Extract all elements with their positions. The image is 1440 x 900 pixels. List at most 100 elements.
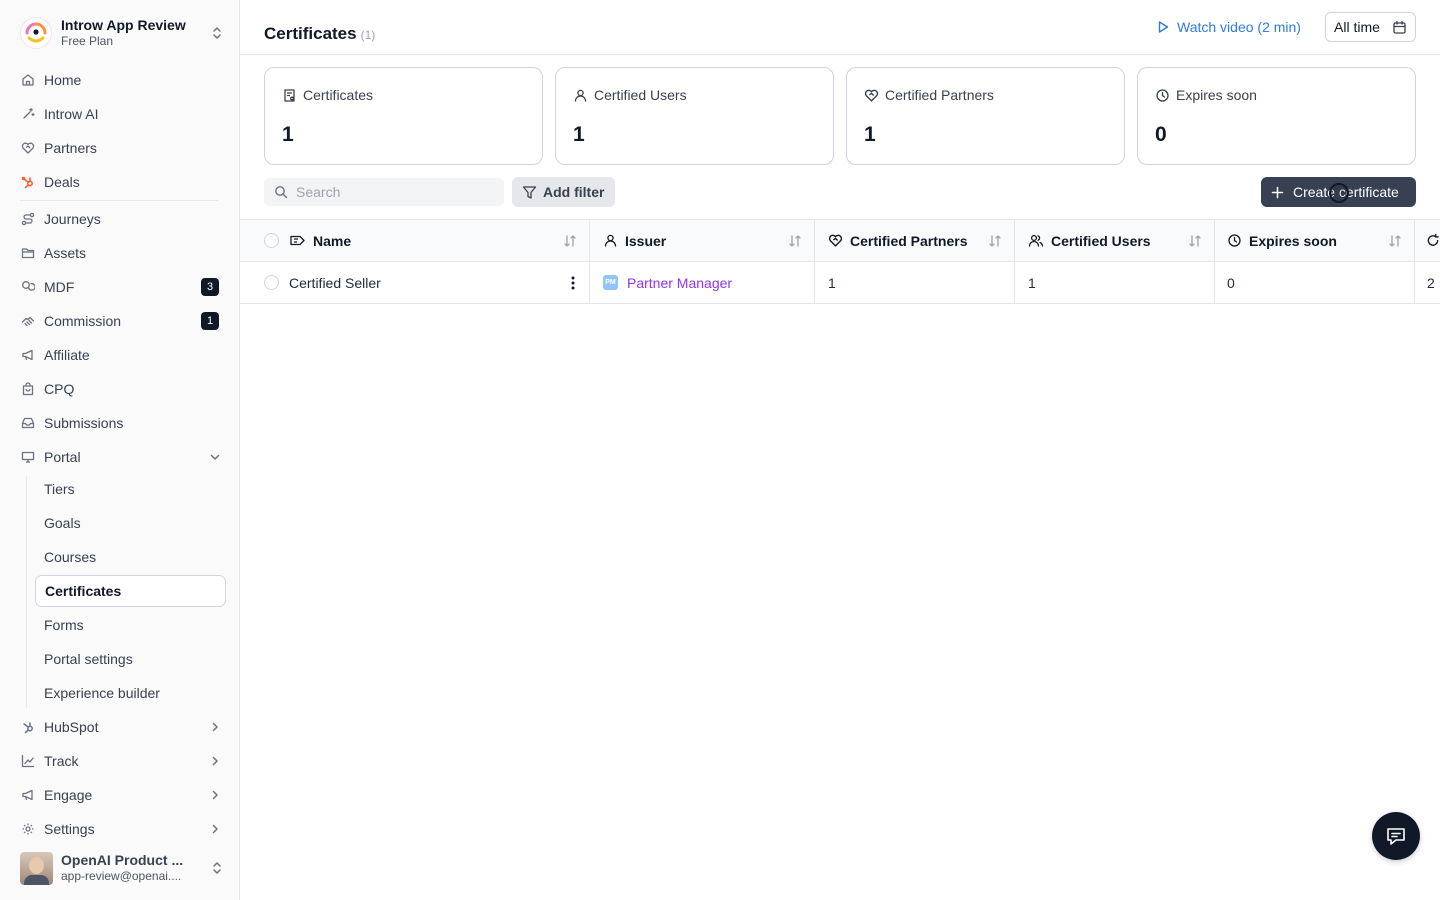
cell-issuer: PM Partner Manager [590,262,815,303]
sidebar-subitem-certificates[interactable]: Certificates [35,575,226,607]
cell-name: Certified Seller [240,262,590,303]
stat-card-certified-partners: Certified Partners 1 [846,67,1125,165]
sort-icon[interactable] [1188,234,1202,248]
sidebar-item-hubspot[interactable]: HubSpot [14,712,226,742]
cell-certified-partners: 1 [815,262,1015,303]
user-icon [574,89,587,102]
chat-icon [1387,828,1405,845]
chevron-right-icon [212,722,218,732]
stat-card-certified-users: Certified Users 1 [555,67,834,165]
column-header-label: Expires soon [1249,232,1337,249]
mouse-cursor [1329,183,1349,203]
sidebar-subitem-tiers[interactable]: Tiers [35,473,226,505]
issuer-link[interactable]: Partner Manager [627,275,732,291]
sidebar-subitem-goals[interactable]: Goals [35,507,226,539]
sidebar-item-introw-ai[interactable]: Introw AI [14,99,226,129]
column-header-issuer[interactable]: Issuer [590,220,815,261]
stat-value: 1 [864,123,876,146]
sort-icon[interactable] [988,234,1002,248]
sidebar-item-portal[interactable]: Portal [14,442,226,472]
sidebar-item-label: Track [44,753,79,769]
sidebar-item-label: Affiliate [44,347,90,363]
sidebar-item-home[interactable]: Home [14,65,226,95]
column-header-certified-partners[interactable]: Certified Partners [815,220,1015,261]
handshake-heart-icon [864,89,879,102]
add-filter-button[interactable]: Add filter [512,177,615,207]
search-input[interactable] [296,184,496,200]
stat-value: 0 [1155,123,1167,146]
watch-video-link[interactable]: Watch video (2 min) [1156,17,1301,37]
inbox-icon [21,417,35,429]
main-content: Certificates (1) Watch video (2 min) All … [240,0,1440,900]
sidebar-item-track[interactable]: Track [14,746,226,776]
cell-expires-soon: 0 [1215,262,1415,303]
workspace-switcher[interactable]: Introw App Review Free Plan [20,14,224,52]
column-header-certified-users[interactable]: Certified Users [1015,220,1215,261]
search-box [264,178,504,206]
sidebar-item-deals[interactable]: Deals [14,167,226,197]
column-header-overflow[interactable] [1415,220,1440,261]
chat-support-button[interactable] [1372,812,1420,860]
sidebar-subitem-forms[interactable]: Forms [35,609,226,641]
hubspot-icon [23,722,33,734]
sidebar-subitem-portal-settings[interactable]: Portal settings [35,643,226,675]
sidebar-subitem-courses[interactable]: Courses [35,541,226,573]
sidebar-item-mdf[interactable]: MDF 3 [14,272,226,302]
calendar-icon [1393,20,1406,34]
sidebar-item-cpq[interactable]: CPQ [14,374,226,404]
select-all-checkbox[interactable] [264,233,279,248]
workspace-logo-icon [20,17,52,49]
chevron-down-icon [210,454,220,460]
sort-icon[interactable] [1388,234,1402,248]
sidebar-item-settings[interactable]: Settings [14,814,226,844]
home-icon [22,74,34,86]
sidebar-item-label: Commission [44,313,122,329]
sidebar-item-label: Partners [44,140,97,156]
page-title: Certificates (1) [264,24,375,44]
page-title-count: (1) [360,28,376,42]
sidebar-item-partners[interactable]: Partners [14,133,226,163]
watch-video-label: Watch video (2 min) [1177,19,1301,35]
chart-line-icon [21,754,35,768]
stat-card-certificates: Certificates 1 [264,67,543,165]
monitor-icon [21,451,35,463]
stat-label: Certificates [303,87,374,103]
certificate-name[interactable]: Certified Seller [289,275,381,291]
avatar [20,851,53,885]
table-row[interactable]: Certified Seller PM Partner Manager 1 1 … [240,262,1440,304]
sidebar-item-affiliate[interactable]: Affiliate [14,340,226,370]
certificate-tag-icon [290,235,305,246]
column-header-name[interactable]: Name [240,220,590,261]
stat-card-expires-soon: Expires soon 0 [1137,67,1416,165]
table-header: Name Issuer Certified Partners Certified… [240,219,1440,262]
sidebar-item-label: Settings [44,821,95,837]
handshake-heart-icon [828,234,843,247]
user-menu[interactable]: OpenAI Product ... app-review@openai.... [20,850,224,886]
stat-label: Expires soon [1176,87,1257,103]
search-icon [275,186,288,199]
sidebar-item-journeys[interactable]: Journeys [14,204,226,234]
sort-icon[interactable] [563,234,577,248]
row-checkbox[interactable] [264,275,279,290]
sidebar-item-commission[interactable]: Commission 1 [14,306,226,336]
sidebar-item-label: Deals [44,174,80,190]
more-vertical-icon[interactable] [571,275,575,291]
sidebar-item-submissions[interactable]: Submissions [14,408,226,438]
workspace-plan: Free Plan [61,34,114,48]
sort-icon[interactable] [788,234,802,248]
certificate-icon [284,88,295,102]
column-header-expires-soon[interactable]: Expires soon [1215,220,1415,261]
add-filter-label: Add filter [543,184,605,200]
sidebar-item-engage[interactable]: Engage [14,780,226,810]
sidebar-item-assets[interactable]: Assets [14,238,226,268]
date-range-button[interactable]: All time [1325,12,1416,42]
chevron-right-icon [212,824,218,834]
sidebar-item-label: MDF [44,279,75,295]
sparkle-icon [23,107,35,119]
sidebar-subitem-experience-builder[interactable]: Experience builder [35,677,226,709]
stat-label: Certified Users [594,87,687,103]
route-icon [21,212,35,226]
stat-value: 1 [282,123,294,146]
column-header-label: Certified Users [1051,232,1151,249]
megaphone-icon [22,789,33,801]
